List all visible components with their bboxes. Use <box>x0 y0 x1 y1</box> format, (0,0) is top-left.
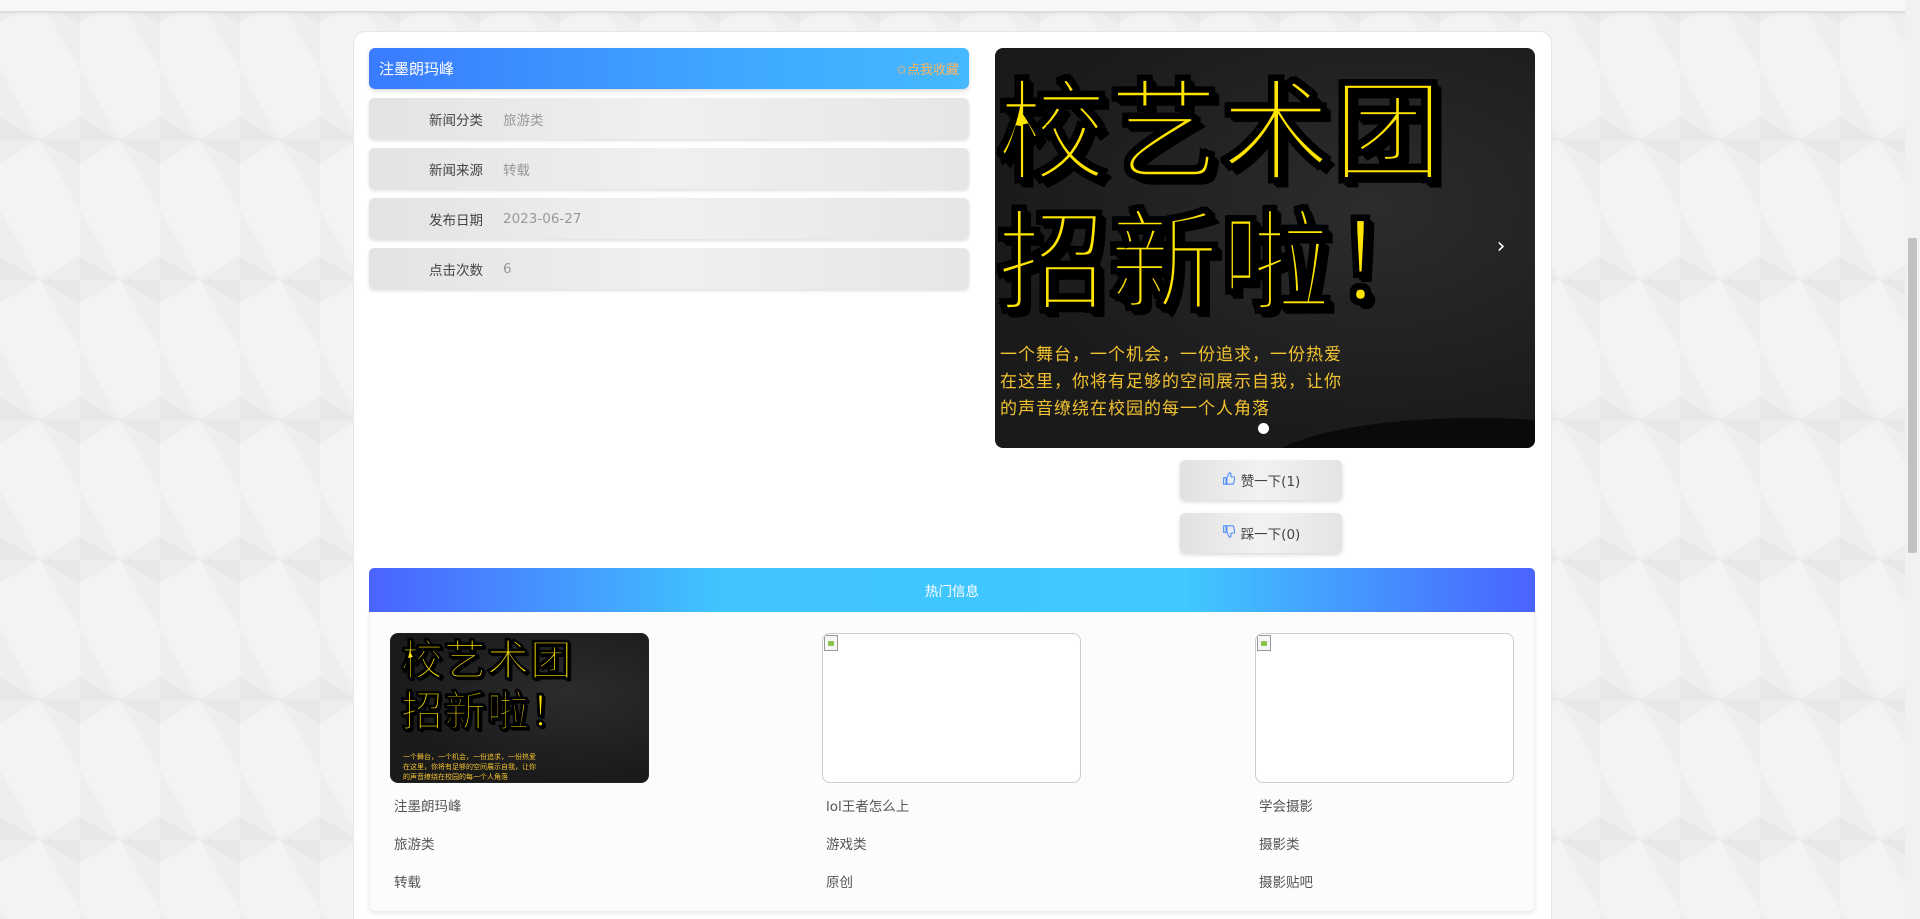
info-label: 新闻分类 <box>429 112 483 129</box>
info-value: 2023-06-27 <box>503 210 582 227</box>
hot-item-title[interactable]: 注墨朗玛峰 <box>394 795 650 815</box>
info-row-date: 发布日期 2023-06-27 <box>369 198 969 239</box>
hot-item-category: 摄影类 <box>1259 837 1300 853</box>
news-title: 注墨朗玛峰 <box>379 60 455 78</box>
favorite-button[interactable]: ✩点我收藏 <box>896 59 959 78</box>
poster-subtext-line1: 一个舞台，一个机会，一份追求，一份热爱 <box>1000 345 1342 365</box>
thumbs-up-icon <box>1222 472 1236 488</box>
hot-item-title[interactable]: lol王者怎么上 <box>826 795 1082 815</box>
thumbs-down-icon <box>1222 525 1236 541</box>
info-label: 点击次数 <box>429 262 483 279</box>
poster-decoration <box>1265 418 1535 448</box>
thumb-subtext-line3: 的声音缭绕在校园的每一个人角落 <box>403 773 508 781</box>
hot-item-card[interactable]: lol王者怎么上 游戏类 原创 <box>822 633 1082 891</box>
thumb-headline-line2: 招新啦！ <box>400 687 574 736</box>
browser-top-edge <box>0 0 1905 12</box>
info-label: 发布日期 <box>429 212 483 229</box>
info-value: 转载 <box>503 162 530 179</box>
news-title-bar: 注墨朗玛峰 ✩点我收藏 <box>369 48 969 89</box>
poster-subtext-line3: 的声音缭绕在校园的每一个人角落 <box>1000 399 1270 419</box>
hot-item-card[interactable]: 学会摄影 摄影类 摄影贴吧 <box>1255 633 1515 891</box>
broken-image-icon <box>1257 635 1271 651</box>
hot-item-category: 游戏类 <box>826 837 867 853</box>
page-scrollbar[interactable] <box>1905 0 1920 919</box>
hot-item-thumbnail[interactable]: 校艺术团 招新啦！ 一个舞台，一个机会，一份追求，一份热爱 在这里，你将有足够的… <box>390 633 649 783</box>
hot-info-header: 热门信息 <box>369 568 1535 612</box>
like-button[interactable]: 赞一下(1) <box>1180 460 1342 500</box>
hot-item-source: 转载 <box>394 875 421 891</box>
carousel-indicator-dot[interactable] <box>1258 423 1269 434</box>
hot-item-thumbnail[interactable] <box>822 633 1081 783</box>
hot-item-source: 原创 <box>826 875 853 891</box>
thumb-headline-line1: 校艺术团 <box>400 636 574 685</box>
info-value: 旅游类 <box>503 112 544 129</box>
hot-item-source: 摄影贴吧 <box>1259 875 1313 891</box>
hot-item-title[interactable]: 学会摄影 <box>1259 795 1515 815</box>
like-label: 赞一下(1) <box>1240 474 1301 490</box>
thumb-subtext-line2: 在这里，你将有足够的空间展示自我，让你 <box>403 763 536 771</box>
dislike-label: 踩一下(0) <box>1240 527 1301 543</box>
dislike-button[interactable]: 踩一下(0) <box>1180 513 1342 553</box>
hot-item-thumbnail[interactable] <box>1255 633 1514 783</box>
info-label: 新闻来源 <box>429 162 483 179</box>
poster-headline-line2: 招新啦！ <box>996 199 1445 327</box>
info-row-category: 新闻分类 旅游类 <box>369 98 969 139</box>
chevron-right-icon[interactable]: › <box>1486 228 1516 264</box>
hot-item-card[interactable]: 校艺术团 招新啦！ 一个舞台，一个机会，一份追求，一份热爱 在这里，你将有足够的… <box>390 633 650 891</box>
hot-item-category: 旅游类 <box>394 837 435 853</box>
scrollbar-thumb[interactable] <box>1908 238 1917 553</box>
broken-image-icon <box>824 635 838 651</box>
thumb-subtext-line1: 一个舞台，一个机会，一份追求，一份热爱 <box>403 753 536 761</box>
image-carousel[interactable]: 校艺术团 招新啦！ 一个舞台，一个机会，一份追求，一份热爱 在这里，你将有足够的… <box>995 48 1535 448</box>
info-value: 6 <box>503 260 512 277</box>
info-row-clicks: 点击次数 6 <box>369 248 969 289</box>
info-row-source: 新闻来源 转载 <box>369 148 969 189</box>
poster-subtext-line2: 在这里，你将有足够的空间展示自我，让你 <box>1000 372 1342 392</box>
poster-headline-line1: 校艺术团 <box>996 69 1445 197</box>
